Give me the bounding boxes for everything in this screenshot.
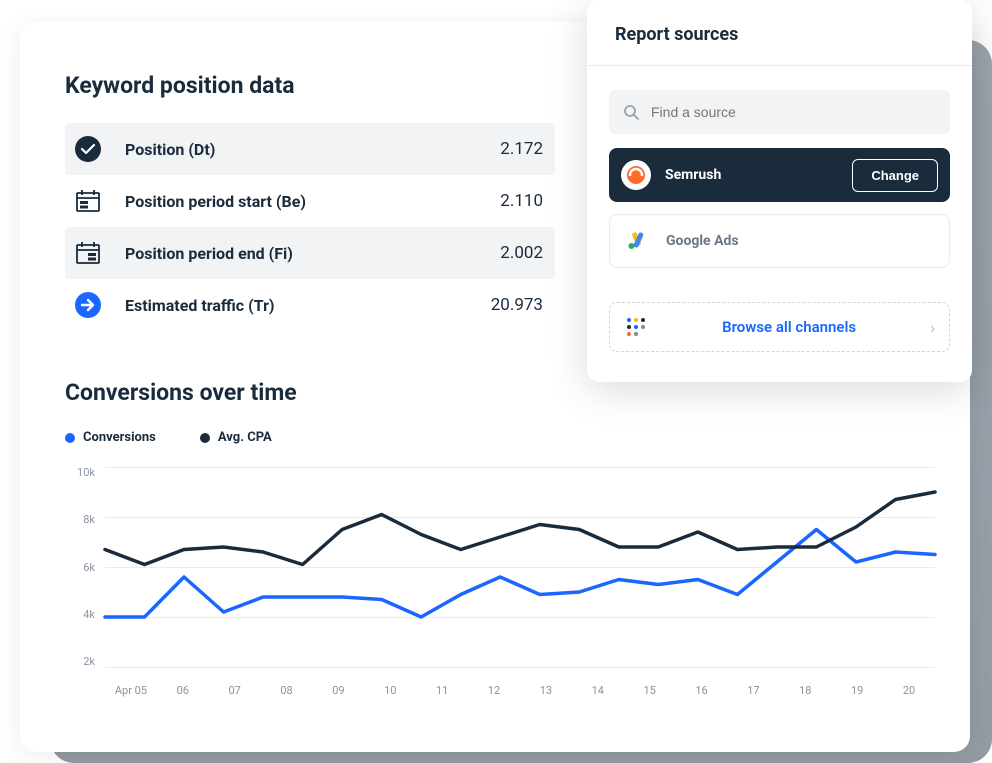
grid-dots-icon (624, 315, 648, 339)
sources-panel-title: Report sources (587, 0, 972, 66)
metric-row-traffic: Estimated traffic (Tr) 20.973 (65, 279, 555, 331)
calendar-end-icon (73, 238, 103, 268)
arrow-circle-icon (73, 290, 103, 320)
y-axis-label: 4k (65, 609, 95, 620)
legend-avgcpa: Avg. CPA (200, 430, 272, 445)
y-axis-label: 8k (65, 514, 95, 525)
semrush-logo-icon (621, 160, 651, 190)
source-item-googleads[interactable]: Google Ads (609, 214, 950, 268)
metric-value: 2.110 (500, 191, 543, 211)
source-item-semrush[interactable]: Semrush Change (609, 148, 950, 202)
metric-value: 20.973 (491, 295, 543, 315)
legend-label: Conversions (83, 430, 156, 445)
metric-label: Estimated traffic (Tr) (103, 296, 491, 315)
x-axis-label: 17 (728, 684, 780, 697)
x-axis-label: 08 (261, 684, 313, 697)
x-axis-label: 15 (624, 684, 676, 697)
x-axis-label: 06 (157, 684, 209, 697)
legend-conversions: Conversions (65, 430, 156, 445)
x-axis-label: 13 (520, 684, 572, 697)
metric-row-period-start: Position period start (Be) 2.110 (65, 175, 555, 227)
x-axis-label: 19 (831, 684, 883, 697)
source-name: Semrush (665, 167, 838, 183)
x-axis-label: 07 (209, 684, 261, 697)
legend-dot-icon (65, 433, 75, 443)
googleads-logo-icon (622, 226, 652, 256)
search-icon (623, 104, 639, 120)
metric-label: Position period end (Fi) (103, 244, 500, 263)
line-chart: 10k 8k 6k 4k 2k Apr 050607080910111213141516… (65, 467, 935, 707)
source-search[interactable] (609, 90, 950, 134)
report-sources-panel: Report sources Semrush Change Google Ads (587, 0, 972, 382)
metric-value: 2.002 (500, 243, 543, 263)
metric-label: Position (Dt) (103, 140, 500, 159)
conversions-section-title: Conversions over time (65, 379, 925, 406)
x-axis-label: 18 (779, 684, 831, 697)
browse-channels-button[interactable]: Browse all channels › (609, 302, 950, 352)
browse-label: Browse all channels (662, 318, 916, 336)
chevron-right-icon: › (930, 318, 935, 337)
x-axis-label: 16 (676, 684, 728, 697)
calendar-start-icon (73, 186, 103, 216)
x-axis-label: 09 (313, 684, 365, 697)
x-axis-label: 11 (416, 684, 468, 697)
chart-legend: Conversions Avg. CPA (65, 430, 925, 445)
legend-dot-icon (200, 433, 210, 443)
y-axis-label: 2k (65, 656, 95, 667)
y-axis-label: 10k (65, 467, 95, 478)
metric-table: Position (Dt) 2.172 Position period star… (65, 123, 555, 331)
x-axis-label: 20 (883, 684, 935, 697)
chart-line-conversions (105, 530, 935, 618)
change-button[interactable]: Change (852, 159, 938, 192)
x-axis-label: 14 (572, 684, 624, 697)
x-axis-label: 10 (364, 684, 416, 697)
check-circle-icon (73, 134, 103, 164)
metric-value: 2.172 (500, 139, 543, 159)
x-axis-label: 12 (468, 684, 520, 697)
chart-line-avg-cpa (105, 492, 935, 565)
metric-row-period-end: Position period end (Fi) 2.002 (65, 227, 555, 279)
x-axis-label: Apr 05 (105, 684, 157, 697)
metric-row-position: Position (Dt) 2.172 (65, 123, 555, 175)
search-input[interactable] (651, 104, 936, 120)
y-axis-label: 6k (65, 562, 95, 573)
legend-label: Avg. CPA (218, 430, 272, 445)
source-name: Google Ads (666, 233, 937, 249)
metric-label: Position period start (Be) (103, 192, 500, 211)
